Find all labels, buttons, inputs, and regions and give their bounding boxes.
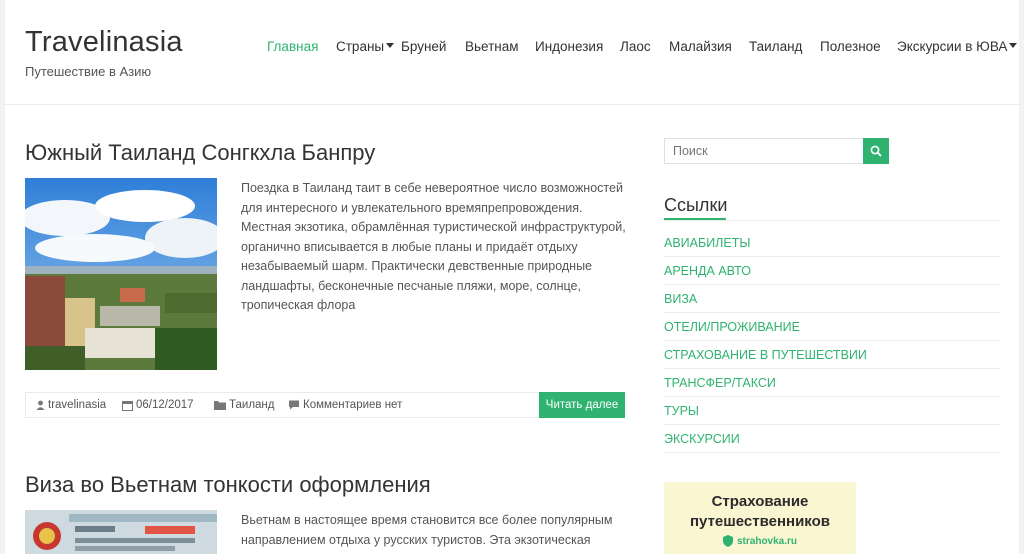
- post-excerpt: Поездка в Таиланд таит в себе невероятно…: [241, 181, 626, 312]
- post-date[interactable]: 06/12/2017: [122, 399, 194, 411]
- post-meta-bar: travelinasia 06/12/2017 Таиланд Коммента…: [25, 392, 625, 418]
- nav-item-indonesia[interactable]: Индонезия: [535, 39, 603, 54]
- calendar-icon: [122, 400, 133, 411]
- nav-item-useful[interactable]: Полезное: [820, 39, 881, 54]
- sidebar-link-excursions[interactable]: ЭКСКУРСИИ: [664, 425, 1000, 453]
- sidebar-link-flights[interactable]: АВИАБИЛЕТЫ: [664, 229, 1000, 257]
- nav-item-laos[interactable]: Лаос: [620, 39, 651, 54]
- chevron-down-icon: [1009, 43, 1018, 48]
- sidebar-link-hotels[interactable]: ОТЕЛИ/ПРОЖИВАНИЕ: [664, 313, 1000, 341]
- nav-item-countries[interactable]: Страны: [336, 39, 395, 54]
- title-underline: [664, 218, 726, 220]
- post-thumbnail[interactable]: [25, 510, 217, 554]
- search-input[interactable]: [664, 138, 864, 164]
- sidebar-link-insurance[interactable]: СТРАХОВАНИЕ В ПУТЕШЕСТВИИ: [664, 341, 1000, 369]
- user-icon: [36, 400, 45, 410]
- nav-item-home[interactable]: Главная: [267, 39, 318, 54]
- post-comments[interactable]: Комментариев нет: [288, 399, 402, 411]
- search-icon: [870, 145, 882, 157]
- chevron-down-icon: [386, 43, 395, 48]
- nav-item-malaysia[interactable]: Малайзия: [669, 39, 732, 54]
- divider: [664, 220, 1000, 221]
- links-widget-title: Ссылки: [664, 195, 728, 215]
- folder-icon: [214, 401, 226, 410]
- post-title[interactable]: Южный Таиланд Сонгкхла Банпру: [25, 140, 375, 166]
- post-title[interactable]: Виза во Вьетнам тонкости оформления: [25, 472, 431, 498]
- search-button[interactable]: [863, 138, 889, 164]
- post-thumbnail-image: [25, 178, 217, 370]
- site-header: Travelinasia Путешествие в Азию Главная …: [5, 0, 1019, 105]
- comment-icon: [289, 400, 299, 410]
- ad-line-2: путешественников: [689, 513, 830, 530]
- sidebar-link-car-rental[interactable]: АРЕНДА АВТО: [664, 257, 1000, 285]
- nav-item-brunei[interactable]: Бруней: [401, 39, 446, 54]
- post-thumbnail[interactable]: [25, 178, 217, 370]
- read-more-button[interactable]: Читать далее: [539, 392, 625, 418]
- sidebar-link-tours[interactable]: ТУРЫ: [664, 397, 1000, 425]
- insurance-ad-banner[interactable]: Страхование путешественников strahovka.r…: [664, 482, 856, 554]
- nav-item-excursions[interactable]: Экскурсии в ЮВА: [897, 39, 1018, 54]
- post-thumbnail-image: [25, 510, 217, 554]
- sidebar-link-transfer[interactable]: ТРАНСФЕР/ТАКСИ: [664, 369, 1000, 397]
- shield-icon: [722, 535, 733, 547]
- post-category[interactable]: Таиланд: [214, 399, 275, 411]
- sidebar-link-visa[interactable]: ВИЗА: [664, 285, 1000, 313]
- nav-item-thailand[interactable]: Таиланд: [749, 39, 802, 54]
- post-author[interactable]: travelinasia: [36, 399, 106, 411]
- page: Travelinasia Путешествие в Азию Главная …: [5, 0, 1019, 554]
- post-excerpt: Вьетнам в настоящее время становится все…: [241, 513, 613, 547]
- ad-line-1: Страхование: [711, 493, 809, 510]
- nav-item-vietnam[interactable]: Вьетнам: [465, 39, 519, 54]
- site-description: Путешествие в Азию: [25, 64, 152, 79]
- ad-logo: strahovka.ru: [664, 535, 856, 547]
- main-nav: Главная Страны Бруней Вьетнам Индонезия …: [5, 39, 1019, 59]
